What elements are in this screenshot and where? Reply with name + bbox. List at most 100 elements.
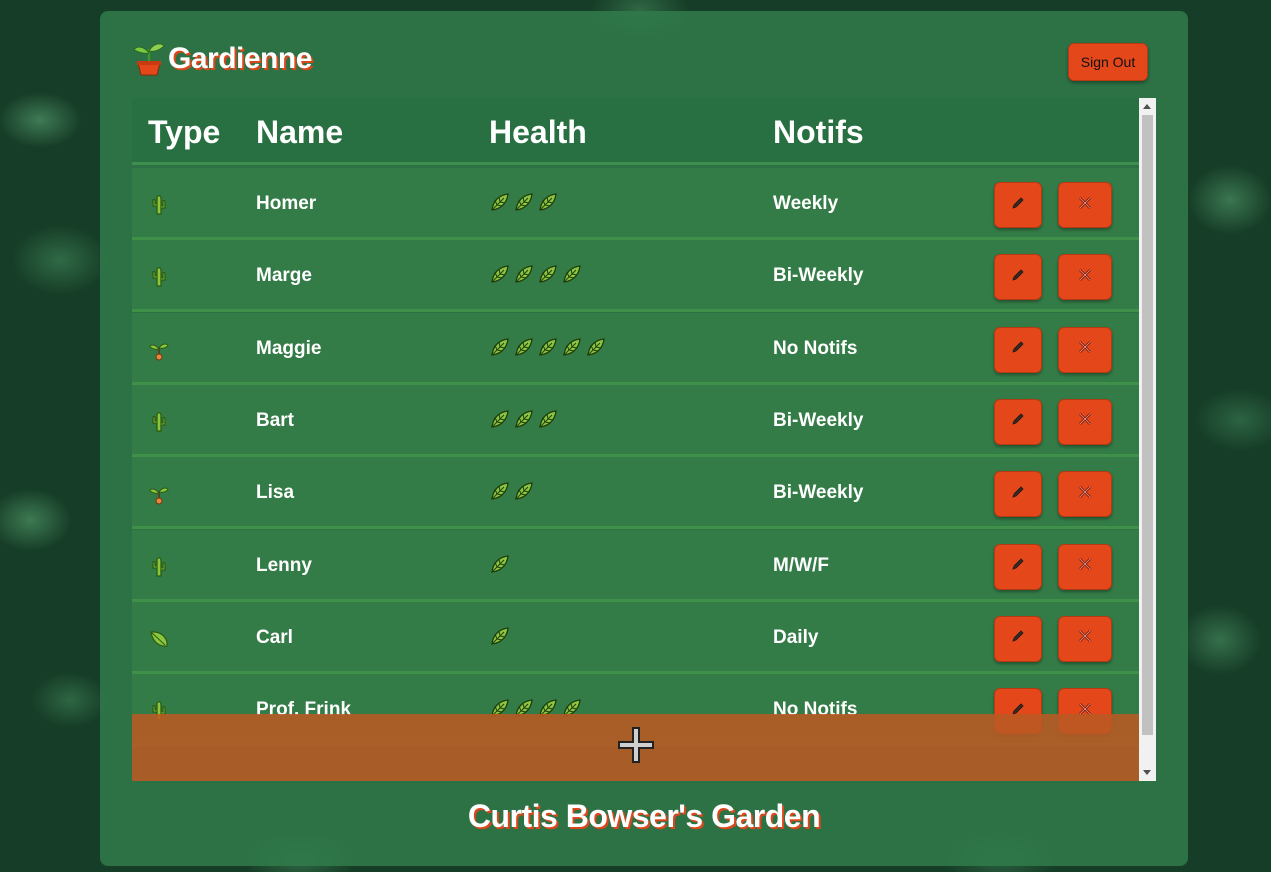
app-header: Gardienne: [132, 41, 312, 77]
pencil-icon: [1011, 268, 1025, 287]
notif-frequency: Bi-Weekly: [773, 265, 864, 287]
herb-leaf-icon: [561, 264, 582, 285]
table-row: Carl Daily: [132, 601, 1139, 674]
delete-plant-button[interactable]: [1058, 471, 1112, 518]
health-rating: [489, 192, 558, 213]
edit-plant-button[interactable]: [994, 326, 1042, 373]
edit-plant-button[interactable]: [994, 471, 1042, 518]
herb-leaf-icon: [513, 337, 534, 358]
header-notifs: Notifs: [773, 114, 864, 150]
edit-plant-button[interactable]: [994, 615, 1042, 662]
cross-mark-icon: [1077, 267, 1093, 288]
scroll-down-arrow-icon[interactable]: [1143, 770, 1151, 775]
herb-leaf-icon: [537, 337, 558, 358]
notif-frequency: Bi-Weekly: [773, 409, 864, 431]
potted-plant-icon: [132, 41, 166, 77]
seedling-icon: [148, 339, 170, 361]
pencil-icon: [1011, 196, 1025, 215]
table-row: Lisa Bi-Weekly: [132, 457, 1139, 530]
herb-leaf-icon: [513, 192, 534, 213]
edit-plant-button[interactable]: [994, 182, 1042, 228]
pencil-icon: [1011, 629, 1025, 648]
add-plant-button[interactable]: [132, 714, 1139, 781]
delete-plant-button[interactable]: [1058, 182, 1112, 228]
pencil-icon: [1011, 485, 1025, 504]
edit-plant-button[interactable]: [994, 543, 1042, 590]
health-rating: [489, 554, 510, 575]
herb-leaf-icon: [489, 481, 510, 502]
notif-frequency: No Notifs: [773, 337, 858, 359]
plant-name: Lenny: [256, 554, 312, 576]
plant-name: Lisa: [256, 482, 295, 504]
health-rating: [489, 337, 606, 358]
header-type: Type: [148, 114, 221, 150]
herb-leaf-icon: [537, 409, 558, 430]
herb-leaf-icon: [489, 626, 510, 647]
table-row: Maggie No Notifs: [132, 312, 1139, 385]
plant-name: Maggie: [256, 337, 322, 359]
delete-plant-button[interactable]: [1058, 398, 1112, 445]
table-scrollbar[interactable]: [1139, 98, 1156, 781]
cross-mark-icon: [1077, 195, 1093, 216]
cross-mark-icon: [1077, 339, 1093, 360]
notif-frequency: Daily: [773, 626, 819, 648]
scrollbar-thumb[interactable]: [1142, 115, 1153, 735]
herb-leaf-icon: [513, 264, 534, 285]
delete-plant-button[interactable]: [1058, 326, 1112, 373]
plus-icon: [617, 726, 655, 769]
health-rating: [489, 264, 582, 285]
cross-mark-icon: [1077, 556, 1093, 577]
table-row: Marge Bi-Weekly: [132, 240, 1139, 313]
herb-leaf-icon: [513, 481, 534, 502]
cactus-icon: [148, 194, 170, 216]
delete-plant-button[interactable]: [1058, 543, 1112, 590]
main-panel: Gardienne Sign Out Type Name Health Noti…: [100, 11, 1188, 866]
table-row: Lenny M/W/F: [132, 529, 1139, 602]
herb-leaf-icon: [561, 337, 582, 358]
herb-leaf-icon: [585, 337, 606, 358]
notif-frequency: Weekly: [773, 193, 839, 214]
health-rating: [489, 626, 510, 647]
cactus-icon: [148, 556, 170, 578]
leaf-icon: [148, 628, 170, 650]
garden-title: Curtis Bowser's Garden: [467, 798, 821, 834]
delete-plant-button[interactable]: [1058, 615, 1112, 662]
herb-leaf-icon: [489, 264, 510, 285]
scroll-up-arrow-icon[interactable]: [1143, 104, 1151, 109]
table-header: Type Name Health Notifs: [132, 98, 1139, 165]
plant-name: Bart: [256, 409, 295, 431]
herb-leaf-icon: [489, 409, 510, 430]
cactus-icon: [148, 266, 170, 288]
table-row: Bart Bi-Weekly: [132, 384, 1139, 457]
app-title: Gardienne: [168, 42, 312, 75]
herb-leaf-icon: [489, 192, 510, 213]
header-name: Name: [256, 114, 344, 150]
herb-leaf-icon: [537, 264, 558, 285]
notif-frequency: M/W/F: [773, 554, 829, 576]
delete-plant-button[interactable]: [1058, 254, 1112, 301]
plant-name: Carl: [256, 626, 293, 648]
edit-plant-button[interactable]: [994, 254, 1042, 301]
plant-name: Marge: [256, 265, 312, 287]
seedling-icon: [148, 483, 170, 505]
pencil-icon: [1011, 412, 1025, 431]
herb-leaf-icon: [489, 337, 510, 358]
header-health: Health: [489, 114, 587, 150]
cross-mark-icon: [1077, 484, 1093, 505]
pencil-icon: [1011, 557, 1025, 576]
health-rating: [489, 481, 534, 502]
herb-leaf-icon: [537, 192, 558, 213]
edit-plant-button[interactable]: [994, 398, 1042, 445]
table-row: Homer Weekly: [132, 168, 1139, 240]
herb-leaf-icon: [513, 409, 534, 430]
herb-leaf-icon: [489, 554, 510, 575]
sign-out-button[interactable]: Sign Out: [1068, 43, 1148, 81]
cactus-icon: [148, 411, 170, 433]
plant-name: Homer: [256, 193, 317, 214]
pencil-icon: [1011, 340, 1025, 359]
health-rating: [489, 409, 558, 430]
notif-frequency: Bi-Weekly: [773, 482, 864, 504]
cross-mark-icon: [1077, 411, 1093, 432]
plants-table: Type Name Health Notifs Homer Weekly Marge…: [132, 98, 1156, 781]
cross-mark-icon: [1077, 628, 1093, 649]
